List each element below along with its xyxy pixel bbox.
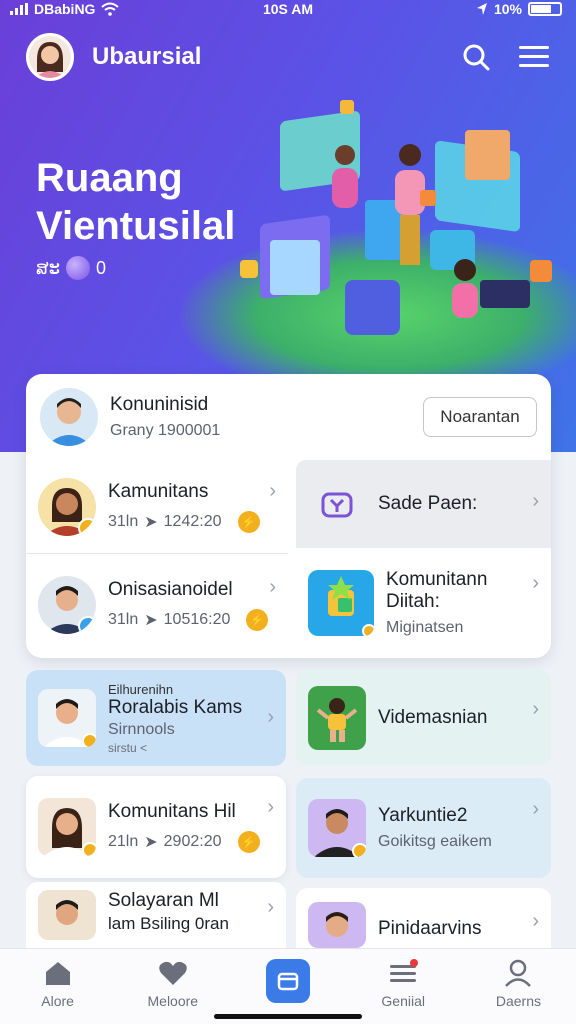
item-title: Roralabis Kams xyxy=(108,696,243,718)
menu-button[interactable] xyxy=(514,37,554,77)
play-icon: ➤ xyxy=(144,612,158,629)
nav-favorites[interactable]: Meloore xyxy=(115,949,230,1024)
status-badge xyxy=(82,842,96,856)
app-thumbnail xyxy=(308,570,374,636)
play-icon: ➤ xyxy=(144,834,158,851)
community-tile[interactable]: Eilhurenihn Roralabis Kams Sirnnools sir… xyxy=(26,670,286,766)
user-avatar[interactable] xyxy=(26,33,74,81)
list-item[interactable]: Onisasianoidel 31ln ➤ 10516:20 ⚡ › xyxy=(26,556,288,654)
chevron-right-icon: › xyxy=(532,910,539,932)
coin-icon: ⚡ xyxy=(237,510,260,533)
item-title: Komunitans Hil xyxy=(108,801,236,822)
profile-icon xyxy=(505,959,532,987)
item-meta: 21ln ➤ 2902:20 ⚡ xyxy=(108,831,274,853)
community-tile[interactable]: Yarkuntie2 Goikitsg eaikem › xyxy=(296,778,551,878)
status-badge xyxy=(82,733,96,747)
status-badge xyxy=(362,624,374,636)
community-illustration xyxy=(240,100,552,335)
coin-icon: ⚡ xyxy=(246,609,269,631)
featured-row[interactable]: Konuninisid Grany 1900001 Noarantan xyxy=(26,374,551,460)
item-subtitle: Sirnnools xyxy=(108,720,175,738)
member-avatar xyxy=(38,890,96,940)
window-icon xyxy=(266,959,310,1003)
member-avatar xyxy=(38,477,96,536)
chevron-right-icon: › xyxy=(532,572,539,594)
list-item[interactable]: Kamunitans 31ln ➤ 1242:20 ⚡ › xyxy=(26,460,288,554)
item-title: Kamunitans xyxy=(108,480,209,502)
app-thumbnail xyxy=(308,686,366,750)
orb-icon xyxy=(66,256,91,280)
status-bar: DBabiNG 10S AM 10% xyxy=(0,0,576,18)
featured-subtitle: Grany 1900001 xyxy=(110,422,221,439)
hamburger-icon xyxy=(519,46,549,67)
member-avatar xyxy=(308,799,366,857)
gallery-icon xyxy=(308,475,366,533)
battery-icon xyxy=(528,2,562,16)
item-meta: sirstu < xyxy=(108,740,148,755)
menu-icon xyxy=(390,959,419,982)
play-icon: ➤ xyxy=(144,513,158,531)
chevron-right-icon: › xyxy=(267,706,274,728)
community-tile[interactable]: Pinidaarvins › xyxy=(296,888,551,948)
item-subtitle: Miginatsen xyxy=(386,619,464,636)
chevron-right-icon: › xyxy=(267,796,274,818)
item-meta: 31ln ➤ 10516:20 ⚡ xyxy=(108,609,276,631)
home-indicator xyxy=(214,1014,362,1019)
search-button[interactable] xyxy=(456,37,496,77)
item-kicker: Eilhurenihn xyxy=(108,681,174,697)
featured-avatar xyxy=(40,388,98,446)
item-meta: 31ln ➤ 1242:20 ⚡ xyxy=(108,510,276,533)
member-avatar xyxy=(38,576,96,634)
community-tile[interactable]: Solayaran Ml lam Bsiling 0ran › xyxy=(26,882,286,948)
chevron-right-icon: › xyxy=(532,698,539,720)
coin-icon: ⚡ xyxy=(237,831,260,853)
app-title: Ubaursial xyxy=(92,43,202,70)
top-header: Ubaursial xyxy=(26,32,554,82)
hero-stats: ສະ 0 xyxy=(36,256,106,280)
status-badge xyxy=(78,616,96,634)
featured-name: Konuninisid xyxy=(110,394,209,415)
item-title-line2: Diitah: xyxy=(386,591,440,612)
community-card: Konuninisid Grany 1900001 Noarantan Kamu… xyxy=(26,374,551,658)
nav-general[interactable]: Geniial xyxy=(346,949,461,1024)
item-title: Onisasianoidel xyxy=(108,579,233,600)
member-avatar xyxy=(38,689,96,747)
item-subtitle: Goikitsg eaikem xyxy=(378,833,492,850)
item-title: Yarkuntie2 xyxy=(378,805,468,826)
bottom-nav: Alore Meloore Geniial Daerns xyxy=(0,948,576,1024)
status-badge xyxy=(78,517,96,536)
item-title: Pinidaarvins xyxy=(378,918,482,939)
item-title: Komunitann xyxy=(386,569,488,590)
item-title: Solayaran Ml xyxy=(108,890,219,911)
member-avatar xyxy=(308,902,366,948)
community-tile[interactable]: Komunitans Hil 21ln ➤ 2902:20 ⚡ › xyxy=(26,776,286,878)
chevron-right-icon: › xyxy=(267,896,274,918)
location-icon xyxy=(476,3,487,15)
list-item[interactable]: Komunitann Diitah: Miginatsen › xyxy=(296,552,551,654)
member-avatar xyxy=(38,798,96,856)
chevron-right-icon: › xyxy=(532,490,539,512)
chevron-right-icon: › xyxy=(532,798,539,820)
chevron-right-icon: › xyxy=(269,576,276,598)
nav-profile[interactable]: Daerns xyxy=(461,949,576,1024)
search-icon xyxy=(463,44,490,71)
item-title: Sade Paen: xyxy=(378,493,478,514)
battery-percent: 10% xyxy=(493,1,522,17)
heart-icon xyxy=(159,961,187,985)
status-badge xyxy=(352,843,366,857)
join-button[interactable]: Noarantan xyxy=(423,397,537,437)
item-title: Videmasnian xyxy=(378,707,488,728)
chevron-right-icon: › xyxy=(269,480,276,502)
home-icon xyxy=(45,962,70,985)
item-subtitle: lam Bsiling 0ran xyxy=(108,914,229,933)
nav-center[interactable] xyxy=(230,949,345,1024)
nav-home[interactable]: Alore xyxy=(0,949,115,1024)
hero-title: Ruaang Vientusilal xyxy=(36,156,236,248)
community-tile[interactable]: Videmasnian › xyxy=(296,670,551,766)
list-item[interactable]: Sade Paen: › xyxy=(296,460,551,548)
